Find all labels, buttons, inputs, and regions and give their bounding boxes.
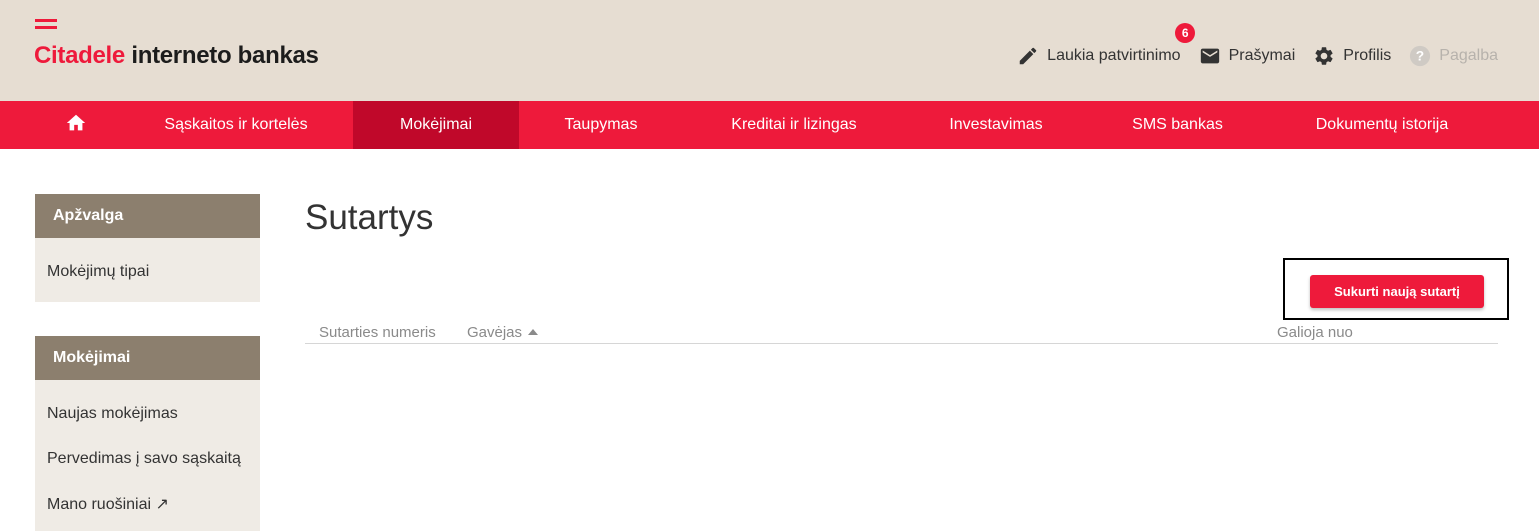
sidebar-item-payment-types[interactable]: Mokėjimų tipai <box>47 263 149 281</box>
page-title: Sutartys <box>305 198 434 237</box>
column-header-contract-number[interactable]: Sutarties numeris <box>319 324 436 341</box>
sidebar-payments-list: Naujas mokėjimas Pervedimas į savo sąska… <box>35 380 260 531</box>
table-header-divider <box>305 343 1498 344</box>
main-nav: Sąskaitos ir kortelės Mokėjimai Taupymas… <box>0 101 1539 149</box>
svg-text:?: ? <box>1416 49 1424 64</box>
sidebar-section-payments[interactable]: Mokėjimai <box>35 336 260 380</box>
help-label: Pagalba <box>1439 47 1498 64</box>
nav-investing[interactable]: Investavimas <box>920 101 1072 149</box>
nav-accounts-cards[interactable]: Sąskaitos ir kortelės <box>126 101 346 149</box>
logo-text: interneto bankas <box>124 42 319 69</box>
sort-ascending-icon <box>528 329 539 336</box>
logo-brand: Citadele <box>34 42 125 69</box>
nav-credits-leasing[interactable]: Kreditai ir lizingas <box>700 101 888 149</box>
logo[interactable]: Citadele interneto bankas <box>34 42 319 70</box>
column-header-payee[interactable]: Gavėjas <box>467 324 539 341</box>
create-contract-button[interactable]: Sukurti naują sutartį <box>1310 275 1484 308</box>
requests-link[interactable]: Prašymai <box>1199 45 1296 67</box>
pending-approval-link[interactable]: Laukia patvirtinimo 6 <box>1017 23 1196 67</box>
profile-label: Profilis <box>1343 47 1392 64</box>
home-icon <box>64 112 88 139</box>
column-header-payee-label: Gavėjas <box>467 324 523 341</box>
sidebar-item-my-drafts[interactable]: Mano ruošiniai ↗ <box>47 494 169 514</box>
nav-document-history[interactable]: Dokumentų istorija <box>1282 101 1482 149</box>
pencil-icon <box>1017 45 1039 67</box>
profile-link[interactable]: Profilis <box>1313 45 1391 67</box>
sidebar-section-overview[interactable]: Apžvalga <box>35 194 260 238</box>
sidebar-overview-list: Mokėjimų tipai <box>35 238 260 302</box>
gear-icon <box>1313 45 1335 67</box>
requests-label: Prašymai <box>1228 47 1296 64</box>
top-header: Citadele interneto bankas Laukia patvirt… <box>0 0 1539 101</box>
help-link[interactable]: ? Pagalba <box>1409 45 1498 67</box>
sidebar-item-own-account-transfer[interactable]: Pervedimas į savo sąskaitą <box>47 450 241 468</box>
nav-home[interactable] <box>48 101 104 149</box>
pending-approval-label: Laukia patvirtinimo <box>1047 47 1181 64</box>
nav-savings[interactable]: Taupymas <box>530 101 672 149</box>
pending-count-badge: 6 <box>1175 23 1196 43</box>
logo-mark-icon <box>35 19 57 33</box>
envelope-icon <box>1199 45 1221 67</box>
header-links: Laukia patvirtinimo 6 Prašymai Profilis … <box>999 23 1498 68</box>
nav-payments[interactable]: Mokėjimai <box>353 101 519 149</box>
sidebar-item-new-payment[interactable]: Naujas mokėjimas <box>47 405 178 423</box>
column-header-valid-from[interactable]: Galioja nuo <box>1277 324 1353 341</box>
nav-sms-bank[interactable]: SMS bankas <box>1105 101 1250 149</box>
help-circle-icon: ? <box>1409 45 1431 67</box>
